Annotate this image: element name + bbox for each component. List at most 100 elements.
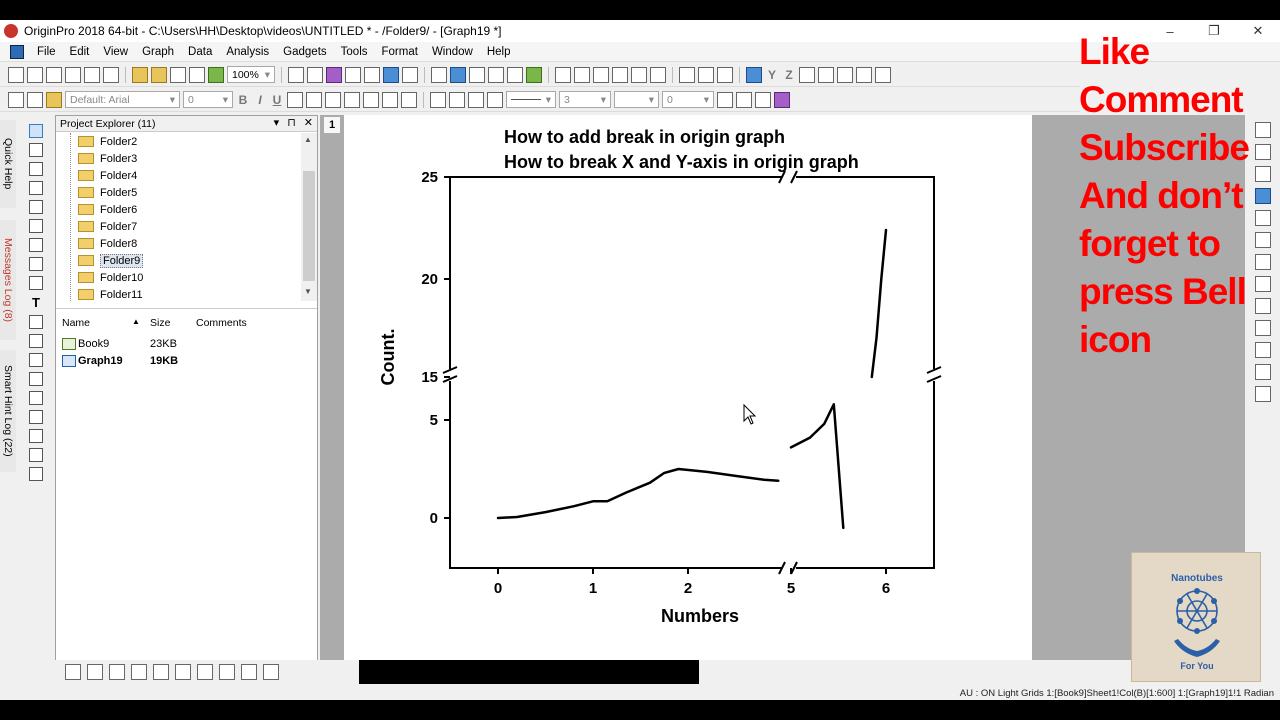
scroll-down-icon[interactable]: ▼ — [304, 287, 312, 296]
last-page-icon[interactable] — [875, 66, 891, 83]
axis-dialog-icon[interactable] — [799, 66, 815, 83]
column-comments[interactable]: Comments — [196, 317, 247, 329]
mask-icon[interactable] — [29, 257, 43, 271]
quick-help-tab[interactable]: Quick Help — [0, 120, 16, 208]
new-legend-icon[interactable] — [526, 66, 542, 83]
next-page-icon[interactable] — [856, 66, 872, 83]
folder-item-selected[interactable]: Folder9 — [56, 252, 301, 269]
code-builder-icon[interactable] — [345, 66, 361, 83]
graph-window-icon[interactable] — [10, 44, 24, 59]
merge-icon[interactable] — [774, 91, 790, 108]
folder-item[interactable]: Folder3 — [56, 150, 301, 167]
column-plot-icon[interactable] — [131, 664, 147, 680]
dropdown-icon[interactable]: ▾ — [274, 116, 280, 129]
new-matrix-icon[interactable] — [65, 66, 81, 83]
rescale-icon[interactable] — [507, 66, 523, 83]
data-reader-icon[interactable] — [29, 200, 43, 214]
menu-graph[interactable]: Graph — [135, 46, 181, 58]
whole-page-icon[interactable] — [488, 66, 504, 83]
folder-item[interactable]: Folder10 — [56, 269, 301, 286]
menu-data[interactable]: Data — [181, 46, 219, 58]
graph-canvas[interactable]: How to add break in origin graph How to b… — [344, 115, 1032, 680]
line-width-select[interactable]: 3 ▾ — [559, 91, 611, 108]
smart-hint-log-tab[interactable]: Smart Hint Log (22) — [0, 350, 16, 472]
statistics-icon[interactable] — [612, 66, 628, 83]
lock-tool-icon[interactable] — [29, 467, 43, 481]
zoom-select[interactable]: 100% ▾ — [227, 66, 275, 83]
menu-format[interactable]: Format — [375, 46, 425, 58]
sort-icon[interactable] — [593, 66, 609, 83]
filter-y-icon[interactable] — [698, 66, 714, 83]
layer-tab[interactable]: 1 — [324, 117, 340, 133]
command-window-icon[interactable] — [383, 66, 399, 83]
copy-icon[interactable] — [27, 91, 43, 108]
import-wizard-icon[interactable] — [208, 66, 224, 83]
menu-view[interactable]: View — [96, 46, 135, 58]
template-icon[interactable] — [263, 664, 279, 680]
save-icon[interactable] — [170, 66, 186, 83]
scroll-thumb[interactable] — [303, 171, 315, 281]
refresh-icon[interactable] — [307, 66, 323, 83]
cut-icon[interactable] — [8, 91, 24, 108]
line-plot-icon[interactable] — [65, 664, 81, 680]
folder-item[interactable]: Folder7 — [56, 218, 301, 235]
front-icon[interactable] — [1254, 364, 1271, 380]
greek-icon[interactable] — [325, 91, 341, 108]
folder-item[interactable]: Folder6 — [56, 201, 301, 218]
menu-edit[interactable]: Edit — [63, 46, 97, 58]
menu-gadgets[interactable]: Gadgets — [276, 46, 333, 58]
scatter-plot-icon[interactable] — [87, 664, 103, 680]
font-select[interactable]: Default: Arial ▾ — [65, 91, 180, 108]
back-icon[interactable] — [1254, 386, 1271, 402]
menu-file[interactable]: File — [30, 46, 63, 58]
hand-tool-icon[interactable] — [29, 391, 43, 405]
increase-font-icon[interactable] — [344, 91, 360, 108]
pattern-icon[interactable] — [449, 91, 465, 108]
new-layout-icon[interactable] — [103, 66, 119, 83]
image-tool-icon[interactable] — [29, 429, 43, 443]
bar-chart-icon[interactable] — [650, 66, 666, 83]
grid-icon[interactable] — [717, 91, 733, 108]
zoom-out-icon[interactable] — [469, 66, 485, 83]
line-color-icon[interactable] — [468, 91, 484, 108]
menu-help[interactable]: Help — [480, 46, 518, 58]
stock-chart-icon[interactable] — [241, 664, 257, 680]
superscript-icon[interactable] — [287, 91, 303, 108]
box-chart-icon[interactable] — [175, 664, 191, 680]
results-log-icon[interactable] — [364, 66, 380, 83]
border-icon[interactable] — [736, 91, 752, 108]
subscript-icon[interactable] — [306, 91, 322, 108]
draw-data-icon[interactable] — [29, 238, 43, 252]
column-size[interactable]: Size — [150, 317, 170, 329]
add-table-icon[interactable] — [29, 315, 43, 329]
zoom-out-tool-icon[interactable] — [29, 162, 43, 176]
duplicate-icon[interactable] — [326, 66, 342, 83]
underline-icon[interactable]: U — [270, 93, 284, 107]
align-icon[interactable] — [382, 91, 398, 108]
new-graph-icon[interactable] — [46, 66, 62, 83]
pie-chart-icon[interactable] — [219, 664, 235, 680]
menu-tools[interactable]: Tools — [334, 46, 375, 58]
line-style-select[interactable]: ▾ — [506, 91, 556, 108]
column-name[interactable]: Name — [62, 317, 90, 329]
pin-icon[interactable]: ⊓ — [287, 116, 296, 129]
text-tool-icon[interactable]: T — [32, 295, 40, 310]
symbol-size-select[interactable]: ▾ — [614, 91, 659, 108]
first-page-icon[interactable] — [818, 66, 834, 83]
filter-icon[interactable] — [679, 66, 695, 83]
folder-item[interactable]: Folder4 — [56, 167, 301, 184]
save-template-icon[interactable] — [189, 66, 205, 83]
prev-page-icon[interactable] — [837, 66, 853, 83]
new-function-icon[interactable] — [84, 66, 100, 83]
zoom-in-icon[interactable] — [450, 66, 466, 83]
scale-icon[interactable] — [29, 276, 43, 290]
new-workbook-icon[interactable] — [27, 66, 43, 83]
arrow-tool-icon[interactable] — [29, 334, 43, 348]
x-axis-icon[interactable] — [746, 66, 762, 83]
pointer-icon[interactable] — [29, 124, 43, 138]
project-explorer-icon[interactable] — [431, 66, 447, 83]
rectangle-tool-icon[interactable] — [29, 372, 43, 386]
file-row-book9[interactable]: Book9 23KB — [56, 335, 317, 352]
add-column-icon[interactable] — [574, 66, 590, 83]
folder-item[interactable]: Folder8 — [56, 235, 301, 252]
